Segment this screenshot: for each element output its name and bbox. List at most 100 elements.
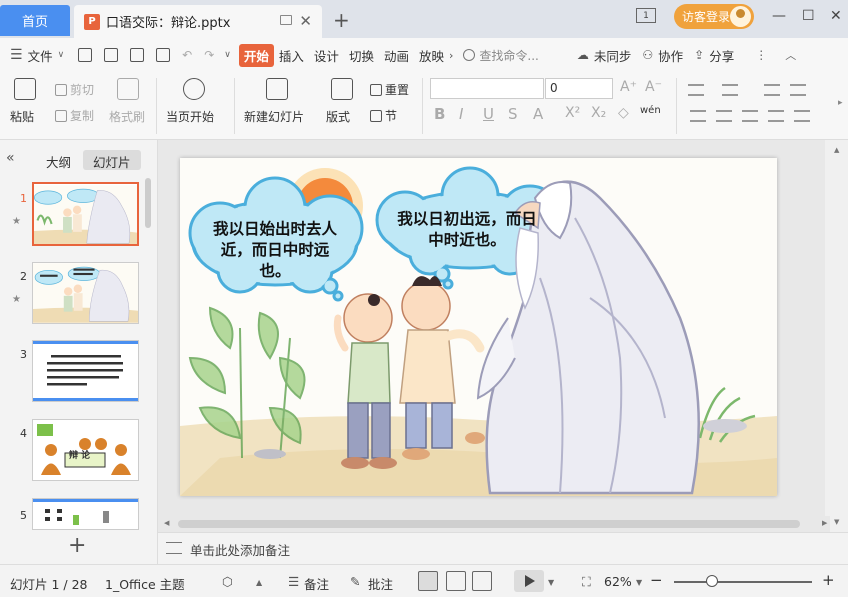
quick-access-dropdown-icon[interactable]: ∨ <box>224 50 231 60</box>
superscript-icon[interactable]: X² <box>565 105 580 121</box>
maximize-button[interactable]: ☐ <box>802 8 815 24</box>
scroll-down-icon[interactable]: ▼ <box>834 518 839 526</box>
new-tab-button[interactable]: + <box>333 8 350 32</box>
add-slide-button[interactable]: + <box>68 533 86 558</box>
print-preview-icon[interactable] <box>156 48 171 62</box>
print-icon[interactable] <box>130 48 145 62</box>
more-options-icon[interactable]: ⋮ <box>755 48 767 62</box>
slide-thumbnail-3[interactable] <box>32 340 139 402</box>
paste-icon[interactable] <box>14 78 36 100</box>
hamburger-icon[interactable]: ☰ <box>10 47 23 63</box>
text-shadow-icon[interactable]: A <box>533 105 543 123</box>
collapse-ribbon-icon[interactable]: ︿ <box>785 47 796 63</box>
paste-button[interactable]: 粘贴 <box>10 108 34 125</box>
decrease-font-icon[interactable]: A⁻ <box>645 79 662 95</box>
play-from-current-icon[interactable] <box>183 78 205 100</box>
minimize-button[interactable]: — <box>772 8 786 24</box>
underline-icon[interactable]: U <box>483 105 494 123</box>
slide-thumbnail-1[interactable] <box>32 182 139 246</box>
tab-home[interactable]: 开始 <box>238 43 274 67</box>
fit-window-icon[interactable]: ⛶ <box>582 574 591 590</box>
save-icon[interactable] <box>78 48 93 62</box>
scroll-right-icon[interactable]: ▶ <box>822 519 827 527</box>
close-window-button[interactable]: ✕ <box>830 8 842 24</box>
tab-slides[interactable]: 幻灯片 <box>83 150 141 170</box>
bullet-list-icon[interactable] <box>688 84 704 96</box>
distribute-icon[interactable] <box>794 110 810 122</box>
home-tab[interactable]: 首页 <box>0 5 70 36</box>
justify-icon[interactable] <box>768 110 784 122</box>
layout-icon[interactable] <box>331 78 353 100</box>
zoom-out-button[interactable]: − <box>650 571 663 589</box>
tab-design[interactable]: 设计 <box>309 46 344 65</box>
collaborate-button[interactable]: 协作 <box>653 46 688 65</box>
increase-font-icon[interactable]: A⁺ <box>620 79 637 95</box>
new-slide-icon[interactable] <box>266 78 288 100</box>
tab-slideshow[interactable]: 放映 <box>414 46 449 65</box>
slideshow-dropdown-icon[interactable]: ▼ <box>548 578 554 587</box>
slide-thumbnail-5[interactable] <box>32 498 139 530</box>
zoom-slider[interactable] <box>674 581 812 583</box>
cut-button[interactable]: 剪切 <box>55 81 94 98</box>
file-menu[interactable]: 文件 <box>23 46 58 65</box>
notes-pane[interactable]: 单击此处添加备注 <box>158 532 848 564</box>
collapse-pane-icon[interactable]: « <box>6 150 15 166</box>
tab-insert[interactable]: 插入 <box>274 46 309 65</box>
normal-view-button[interactable] <box>418 571 438 591</box>
horizontal-scroll-thumb[interactable] <box>178 520 800 528</box>
tab-outline[interactable]: 大纲 <box>36 150 81 170</box>
more-tabs-icon[interactable]: › <box>449 49 453 62</box>
pane-scrollbar[interactable] <box>145 178 151 228</box>
italic-icon[interactable]: I <box>459 105 463 123</box>
format-painter-icon[interactable] <box>117 78 139 100</box>
sync-status[interactable]: 未同步 <box>589 46 637 65</box>
document-tab[interactable]: P 口语交际：辩论.pptx ✕ <box>74 5 322 38</box>
new-slide-button[interactable]: 新建幻灯片 <box>244 108 304 125</box>
layout-button[interactable]: 版式 <box>326 108 350 125</box>
bubble-left-text[interactable]: 我以日始出时去人近，而日中时远也。 <box>210 218 340 281</box>
strikethrough-icon[interactable]: S <box>508 105 518 123</box>
window-count-badge[interactable]: 1 <box>636 8 656 23</box>
play-slideshow-button[interactable] <box>514 570 544 592</box>
undo-icon[interactable]: ↶ <box>182 48 192 62</box>
chevron-down-icon[interactable]: ∨ <box>58 50 65 60</box>
slide-thumbnail-2[interactable] <box>32 262 139 324</box>
export-icon[interactable] <box>104 48 119 62</box>
font-size-select[interactable]: 0 <box>545 78 613 99</box>
scroll-up-icon[interactable]: ▲ <box>834 146 839 154</box>
command-search[interactable]: 查找命令... <box>463 47 539 64</box>
share-button[interactable]: 分享 <box>704 46 739 65</box>
cube-icon[interactable]: ⬡ <box>222 574 233 589</box>
vertical-scrollbar[interactable]: ▲ ▼ <box>825 140 848 532</box>
section-button[interactable]: 节 <box>370 107 397 124</box>
zoom-level[interactable]: 62% <box>604 574 632 589</box>
current-slide[interactable]: 我以日始出时去人近，而日中时远也。 我以日初出远，而日中时近也。 <box>180 158 777 496</box>
phonetic-guide-button[interactable]: wén <box>640 105 661 116</box>
theme-name[interactable]: 1_Office 主题 <box>105 574 185 593</box>
copy-button[interactable]: 复制 <box>55 107 94 124</box>
expand-icon[interactable]: ▲ <box>256 578 262 587</box>
play-from-current-button[interactable]: 当页开始 <box>166 108 214 125</box>
slide-thumbnail-4[interactable]: 辩 论 <box>32 419 139 481</box>
zoom-dropdown-icon[interactable]: ▼ <box>636 578 642 587</box>
monitor-icon[interactable] <box>280 15 292 25</box>
horizontal-scrollbar[interactable]: ◀ ▶ <box>158 516 830 532</box>
slide-sorter-button[interactable] <box>446 571 466 591</box>
align-center-icon[interactable] <box>716 110 732 122</box>
bold-icon[interactable]: B <box>434 105 445 123</box>
notes-toggle-button[interactable]: 备注 <box>304 574 329 593</box>
ribbon-scroll-right-icon[interactable]: ▸ <box>838 98 843 108</box>
align-left-icon[interactable] <box>690 110 706 122</box>
bubble-right-text[interactable]: 我以日初出远，而日中时近也。 <box>396 208 538 250</box>
reading-view-button[interactable] <box>472 571 492 591</box>
close-tab-icon[interactable]: ✕ <box>299 12 312 30</box>
format-painter-button[interactable]: 格式刷 <box>109 108 145 125</box>
subscript-icon[interactable]: X₂ <box>591 105 606 121</box>
clear-format-icon[interactable]: ◇ <box>618 105 629 121</box>
zoom-slider-handle[interactable] <box>706 575 718 587</box>
notes-placeholder[interactable]: 单击此处添加备注 <box>190 540 290 559</box>
tab-animation[interactable]: 动画 <box>379 46 414 65</box>
scroll-left-icon[interactable]: ◀ <box>164 519 169 527</box>
tab-transition[interactable]: 切换 <box>344 46 379 65</box>
increase-indent-icon[interactable] <box>790 84 806 96</box>
